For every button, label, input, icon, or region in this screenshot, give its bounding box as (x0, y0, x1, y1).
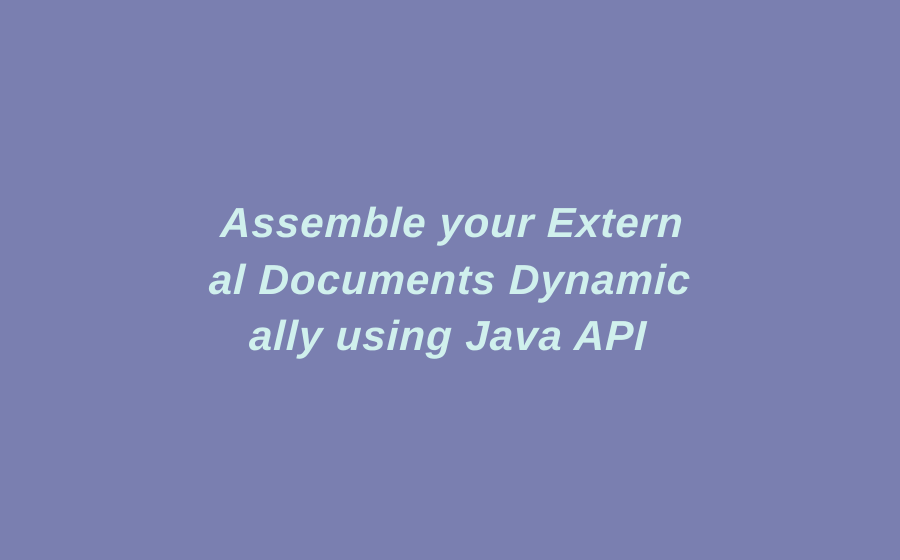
banner-line-2: al Documents Dynamic (208, 252, 692, 309)
banner-line-3: ally using Java API (206, 308, 690, 365)
banner-text: Assemble your Extern al Documents Dynami… (146, 195, 754, 365)
banner-line-1: Assemble your Extern (210, 195, 694, 252)
